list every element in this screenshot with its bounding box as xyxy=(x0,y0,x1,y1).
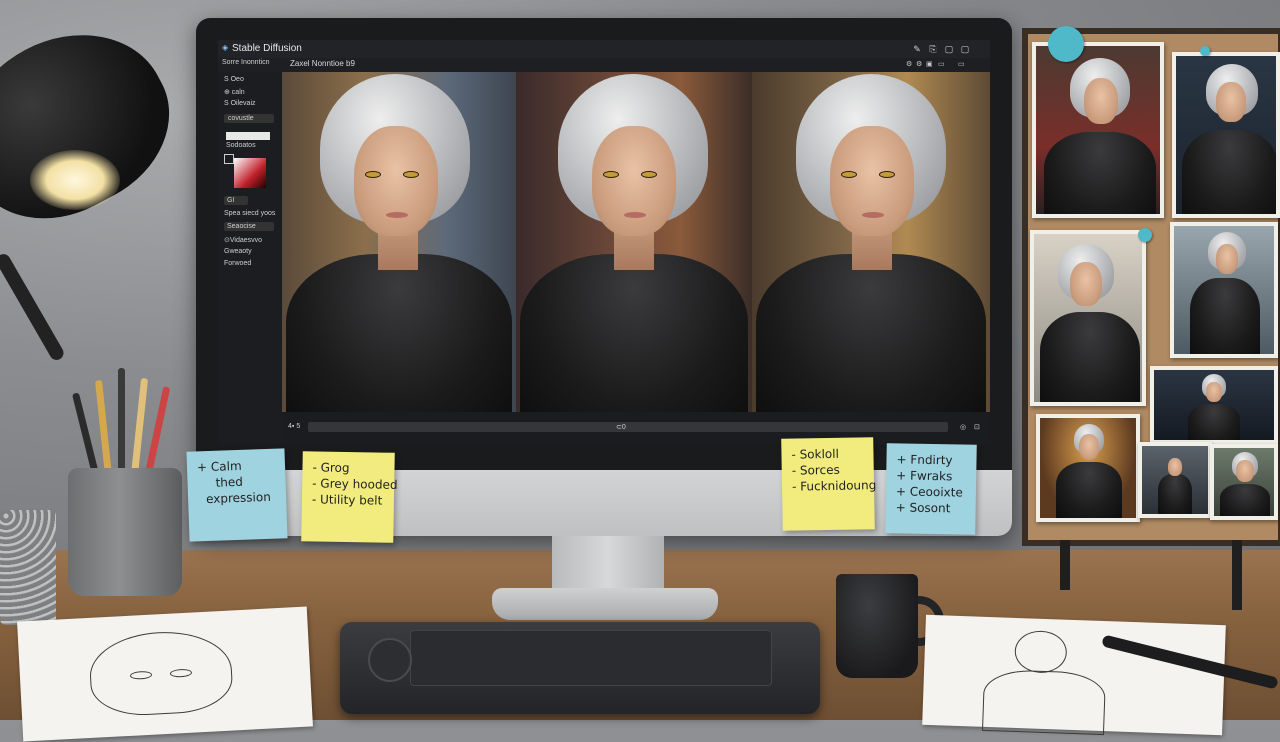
lips xyxy=(386,212,408,218)
reference-photo xyxy=(1030,230,1146,406)
monitor-stand-foot xyxy=(492,588,718,620)
pencil-cup xyxy=(68,468,182,596)
reference-photo xyxy=(1032,42,1164,218)
frame-counter: 4▪ 5 xyxy=(288,423,301,430)
easel-leg xyxy=(1060,540,1070,590)
sticky-note-calm: + Calm thed expression xyxy=(186,448,288,542)
color-picker[interactable] xyxy=(234,158,266,188)
reference-photo xyxy=(1210,444,1278,520)
lips xyxy=(862,212,884,218)
sketch-paper xyxy=(17,606,313,742)
eye xyxy=(366,172,380,177)
eye xyxy=(604,172,618,177)
easel-leg xyxy=(1232,540,1242,610)
push-pin xyxy=(1138,228,1152,242)
progress-scrubber[interactable] xyxy=(308,422,948,432)
option-item[interactable]: Gweaoty xyxy=(224,248,252,255)
slider-label: Sodoatos xyxy=(226,142,256,149)
eye xyxy=(880,172,894,177)
sticky-note-sources: - Sokloll - Sorces - Fucknidoung xyxy=(781,437,876,531)
reference-photo xyxy=(1036,414,1140,522)
sampler-dropdown[interactable]: Seaocise xyxy=(224,222,274,231)
sticky-note-fndirty: + Fndirty + Fwraks + Ceooixte + Sosont xyxy=(885,443,977,535)
generated-image-3[interactable] xyxy=(752,72,990,412)
monitor-stand-neck xyxy=(552,536,664,596)
reference-photo xyxy=(1172,52,1280,218)
maximize-icon[interactable]: ▢ xyxy=(944,44,954,54)
grid-icon[interactable]: ▣ xyxy=(926,60,933,68)
face xyxy=(592,126,676,236)
close-icon[interactable]: ▢ xyxy=(960,44,970,54)
status-bar: 4▪ 5 ⊂0 ◎ ⊡ xyxy=(282,412,990,444)
option-item[interactable]: Forwoed xyxy=(224,260,251,267)
panel-icon[interactable]: ▭ xyxy=(958,60,965,68)
lips xyxy=(624,212,646,218)
app-icon: ◈ xyxy=(222,43,229,52)
prompt-field[interactable]: covustle xyxy=(224,114,274,123)
group-label: Spea siecd yoos xyxy=(224,210,276,217)
leather-jacket xyxy=(520,254,748,412)
copy-icon[interactable]: ⎘ xyxy=(928,44,938,54)
title-bar: ◈ Stable Diffusion ✎ ⎘ ▢ ▢ xyxy=(218,40,990,59)
sidebar-header: Sorre Inonnticn xyxy=(222,59,270,66)
generated-image-2[interactable] xyxy=(516,72,752,412)
edit-icon[interactable]: ✎ xyxy=(912,44,922,54)
app-title: Stable Diffusion xyxy=(232,43,302,54)
sketch-paper xyxy=(922,614,1226,736)
settings-icon[interactable]: ⚙ xyxy=(906,60,912,68)
panel-icon[interactable]: ▭ xyxy=(938,60,945,68)
sticky-note-grey-hooded: - Grog - Grey hooded - Utility belt xyxy=(301,451,398,543)
push-pin xyxy=(1200,46,1210,56)
reference-photo xyxy=(1150,366,1278,444)
option-item[interactable]: ⊙Vidaesvvo xyxy=(224,236,262,244)
slider-field[interactable] xyxy=(226,132,270,140)
color-swatch[interactable] xyxy=(224,154,234,164)
mesh-pen-holder xyxy=(0,510,56,625)
face xyxy=(830,126,914,236)
sidebar-item-calm[interactable]: ⊕ caln xyxy=(224,88,245,96)
eye xyxy=(404,172,418,177)
settings-icon[interactable]: ⚙ xyxy=(916,60,922,68)
document-title: Zaxel Nonntioe b9 xyxy=(290,59,355,68)
eye xyxy=(642,172,656,177)
sidebar-item-open[interactable]: S Oeo xyxy=(224,76,244,83)
eye xyxy=(842,172,856,177)
sidebar: Sorre Inonnticn S Oeo ⊕ caln S Oilevaiz … xyxy=(218,59,283,444)
refresh-icon[interactable]: ◎ xyxy=(960,423,966,431)
face xyxy=(354,126,438,236)
sidebar-item-save[interactable]: S Oilevaiz xyxy=(224,100,256,107)
reference-photo xyxy=(1138,442,1212,518)
push-pin xyxy=(1048,26,1084,62)
progress-label: ⊂0 xyxy=(616,424,626,431)
color-value-field[interactable]: GI xyxy=(224,196,248,205)
tablet-active-area xyxy=(410,630,772,686)
reference-photo xyxy=(1170,222,1278,358)
leather-jacket xyxy=(286,254,512,412)
coffee-mug xyxy=(836,574,918,678)
expand-icon[interactable]: ⊡ xyxy=(974,423,980,431)
lamp-light xyxy=(30,150,120,210)
generated-image-1[interactable] xyxy=(282,72,516,412)
leather-jacket xyxy=(756,254,986,412)
tablet-dial xyxy=(368,638,412,682)
app-window: ◈ Stable Diffusion ✎ ⎘ ▢ ▢ Zaxel Nonntio… xyxy=(218,40,990,444)
pencil xyxy=(118,368,125,476)
